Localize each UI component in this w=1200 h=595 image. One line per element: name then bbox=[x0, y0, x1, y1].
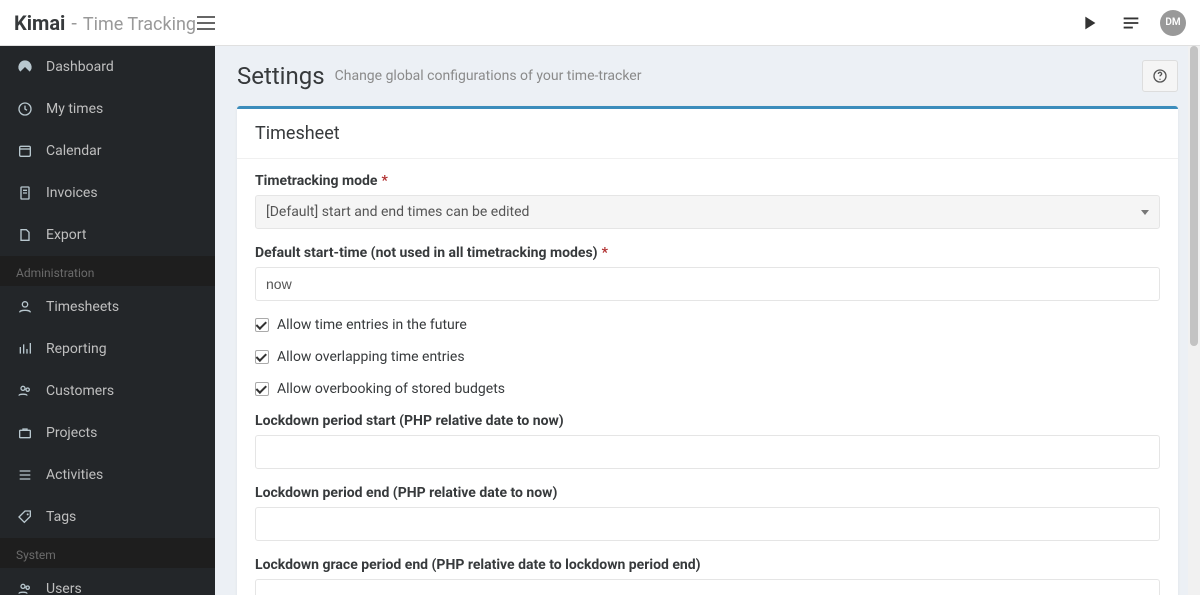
field-lockdown-end: Lockdown period end (PHP relative date t… bbox=[255, 485, 1160, 541]
sidebar-section-administration: Administration bbox=[0, 256, 215, 286]
timetracking-mode-select[interactable]: [Default] start and end times can be edi… bbox=[255, 195, 1160, 229]
sidebar-item-label: Users bbox=[46, 581, 82, 595]
field-allow-future: Allow time entries in the future bbox=[255, 317, 1160, 333]
sidebar-item-label: Timesheets bbox=[46, 299, 119, 315]
start-timer-button[interactable] bbox=[1076, 10, 1102, 36]
sidebar-toggle-button[interactable] bbox=[197, 16, 215, 30]
panel-body: Timetracking mode * [Default] start and … bbox=[237, 159, 1178, 595]
lockdown-end-label: Lockdown period end (PHP relative date t… bbox=[255, 485, 1160, 501]
page-subtitle: Change global configurations of your tim… bbox=[335, 68, 642, 84]
label-text: Default start-time (not used in all time… bbox=[255, 245, 598, 261]
sidebar-item-my-times[interactable]: My times bbox=[0, 88, 215, 130]
main-content: Settings Change global configurations of… bbox=[215, 46, 1200, 595]
sidebar-item-label: Activities bbox=[46, 467, 103, 483]
list-icon bbox=[1120, 12, 1142, 34]
sidebar-item-label: Reporting bbox=[46, 341, 107, 357]
allow-overbook-label: Allow overbooking of stored budgets bbox=[277, 381, 505, 397]
users-icon bbox=[16, 382, 34, 400]
sidebar-item-users[interactable]: Users bbox=[0, 568, 215, 595]
sidebar-item-label: Customers bbox=[46, 383, 114, 399]
tasks-icon bbox=[16, 466, 34, 484]
clock-icon bbox=[16, 100, 34, 118]
field-default-start-time: Default start-time (not used in all time… bbox=[255, 245, 1160, 301]
sidebar-item-dashboard[interactable]: Dashboard bbox=[0, 46, 215, 88]
sidebar-item-label: Dashboard bbox=[46, 59, 114, 75]
sidebar-item-label: Export bbox=[46, 227, 86, 243]
brand-main: Kimai bbox=[14, 11, 65, 35]
lockdown-grace-input[interactable] bbox=[255, 579, 1160, 595]
users-icon bbox=[16, 580, 34, 595]
lockdown-grace-label: Lockdown grace period end (PHP relative … bbox=[255, 557, 1160, 573]
dashboard-icon bbox=[16, 58, 34, 76]
allow-overlap-label: Allow overlapping time entries bbox=[277, 349, 465, 365]
default-start-input[interactable] bbox=[255, 267, 1160, 301]
field-timetracking-mode: Timetracking mode * [Default] start and … bbox=[255, 173, 1160, 229]
field-allow-overlap: Allow overlapping time entries bbox=[255, 349, 1160, 365]
calendar-icon bbox=[16, 142, 34, 160]
brand-sub: Time Tracking bbox=[83, 14, 196, 35]
brand: Kimai - Time Tracking bbox=[14, 11, 196, 35]
required-asterisk: * bbox=[381, 173, 387, 189]
recent-list-button[interactable] bbox=[1118, 10, 1144, 36]
chart-icon bbox=[16, 340, 34, 358]
sidebar-item-calendar[interactable]: Calendar bbox=[0, 130, 215, 172]
chevron-down-icon bbox=[1141, 210, 1149, 215]
sidebar-item-activities[interactable]: Activities bbox=[0, 454, 215, 496]
allow-overlap-checkbox[interactable] bbox=[255, 350, 269, 364]
help-button[interactable] bbox=[1142, 60, 1178, 92]
lockdown-end-input[interactable] bbox=[255, 507, 1160, 541]
page-title: Settings bbox=[237, 62, 325, 90]
timetracking-mode-label: Timetracking mode * bbox=[255, 173, 1160, 189]
tag-icon bbox=[16, 508, 34, 526]
field-lockdown-grace: Lockdown grace period end (PHP relative … bbox=[255, 557, 1160, 595]
sidebar-item-reporting[interactable]: Reporting bbox=[0, 328, 215, 370]
allow-overbook-checkbox[interactable] bbox=[255, 382, 269, 396]
sidebar-item-label: Projects bbox=[46, 425, 97, 441]
panel-title: Timesheet bbox=[255, 123, 340, 144]
sidebar-item-tags[interactable]: Tags bbox=[0, 496, 215, 538]
briefcase-icon bbox=[16, 424, 34, 442]
sidebar-item-export[interactable]: Export bbox=[0, 214, 215, 256]
user-icon bbox=[16, 298, 34, 316]
sidebar-item-invoices[interactable]: Invoices bbox=[0, 172, 215, 214]
sidebar-item-label: My times bbox=[46, 101, 103, 117]
main-scrollbar[interactable] bbox=[1188, 46, 1200, 595]
panel-header: Timesheet bbox=[237, 109, 1178, 159]
page-header: Settings Change global configurations of… bbox=[215, 46, 1200, 106]
user-avatar[interactable]: DM bbox=[1160, 10, 1186, 36]
sidebar-item-customers[interactable]: Customers bbox=[0, 370, 215, 412]
lockdown-start-input[interactable] bbox=[255, 435, 1160, 469]
sidebar-section-system: System bbox=[0, 538, 215, 568]
header-left: Kimai - Time Tracking bbox=[14, 11, 229, 35]
required-asterisk: * bbox=[602, 245, 608, 261]
label-text: Timetracking mode bbox=[255, 173, 377, 189]
app-header: Kimai - Time Tracking DM bbox=[0, 0, 1200, 46]
field-allow-overbook: Allow overbooking of stored budgets bbox=[255, 381, 1160, 397]
sidebar-item-label: Invoices bbox=[46, 185, 98, 201]
sidebar-item-label: Tags bbox=[46, 509, 76, 525]
sidebar-item-projects[interactable]: Projects bbox=[0, 412, 215, 454]
export-icon bbox=[16, 226, 34, 244]
question-icon bbox=[1152, 68, 1168, 84]
play-icon bbox=[1078, 12, 1100, 34]
brand-separator: - bbox=[71, 11, 77, 35]
sidebar: Dashboard My times Calendar Invoices Exp… bbox=[0, 46, 215, 595]
lockdown-start-label: Lockdown period start (PHP relative date… bbox=[255, 413, 1160, 429]
field-lockdown-start: Lockdown period start (PHP relative date… bbox=[255, 413, 1160, 469]
allow-future-label: Allow time entries in the future bbox=[277, 317, 467, 333]
settings-panel-timesheet: Timesheet Timetracking mode * [Default] … bbox=[237, 106, 1178, 595]
scrollbar-thumb[interactable] bbox=[1190, 46, 1198, 346]
sidebar-item-label: Calendar bbox=[46, 143, 102, 159]
allow-future-checkbox[interactable] bbox=[255, 318, 269, 332]
sidebar-item-timesheets[interactable]: Timesheets bbox=[0, 286, 215, 328]
invoice-icon bbox=[16, 184, 34, 202]
select-value: [Default] start and end times can be edi… bbox=[266, 204, 529, 220]
default-start-label: Default start-time (not used in all time… bbox=[255, 245, 1160, 261]
header-right: DM bbox=[1076, 10, 1186, 36]
